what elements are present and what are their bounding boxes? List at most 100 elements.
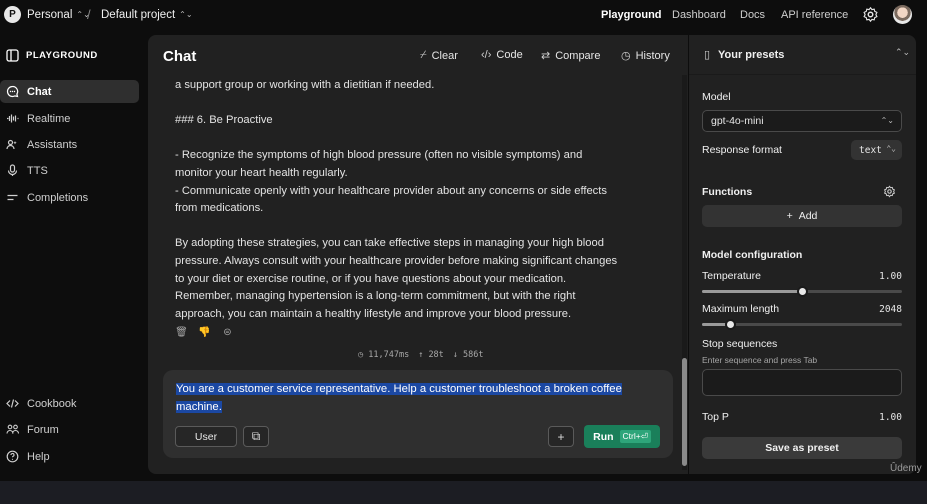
top-p-label: Top P	[702, 411, 729, 423]
message-actions: 🗑 👎 ⊜	[175, 326, 234, 339]
sidebar-item-label: Assistants	[27, 138, 78, 151]
chat-scrollbar-thumb[interactable]	[682, 358, 687, 466]
presets-label: Your presets	[718, 49, 785, 61]
sidebar-item-tts[interactable]: TTS	[0, 159, 139, 182]
message-line: from medications.	[175, 202, 264, 215]
history-button[interactable]: ◷ History	[621, 49, 670, 63]
nav-playground[interactable]: Playground	[601, 9, 662, 21]
nav-dashboard[interactable]: Dashboard	[672, 9, 726, 21]
sidebar-panel-icon[interactable]	[6, 49, 19, 62]
compare-label: Compare	[555, 49, 601, 62]
temperature-slider[interactable]	[702, 286, 902, 297]
sidebar: PLAYGROUND Chat Realtime Assistants TTS	[0, 30, 145, 470]
run-button[interactable]: Run Ctrl+⏎	[584, 425, 660, 448]
sidebar-item-completions[interactable]: Completions	[0, 186, 139, 209]
chevron-updown-icon: ⌃⌄	[179, 10, 193, 19]
latency-stat: ◷ 11,747ms	[358, 350, 410, 360]
compare-button[interactable]: ⇄ Compare	[541, 49, 601, 63]
thumbs-down-icon[interactable]: 👎	[198, 326, 211, 339]
functions-label: Functions	[702, 186, 753, 198]
save-preset-button[interactable]: Save as preset	[702, 437, 902, 459]
max-length-value: 2048	[879, 304, 902, 315]
add-label: Add	[798, 210, 818, 222]
assistant-message: a support group or working with a dietit…	[175, 77, 655, 327]
clear-label: Clear	[431, 49, 458, 62]
org-avatar[interactable]: P	[4, 6, 21, 23]
sidebar-item-realtime[interactable]: Realtime	[0, 107, 139, 130]
chevron-updown-icon: ⌃⌄	[886, 144, 896, 153]
message-line: - Recognize the symptoms of high blood p…	[175, 149, 583, 162]
sidebar-title: PLAYGROUND	[6, 49, 98, 62]
user-avatar[interactable]	[893, 5, 912, 24]
stop-sequences-input[interactable]	[702, 369, 902, 396]
sidebar-item-forum[interactable]: Forum	[0, 418, 139, 441]
trash-icon[interactable]: 🗑	[175, 326, 188, 339]
footer-strip	[0, 481, 927, 504]
code-icon: ‹/›	[481, 49, 492, 61]
broom-icon: ⌿	[420, 49, 427, 61]
message-blank-line	[175, 218, 655, 236]
message-blank-line	[175, 95, 655, 113]
attach-button[interactable]: ⧉	[243, 426, 269, 447]
sidebar-item-cookbook[interactable]: Cookbook	[0, 392, 139, 415]
temperature-value: 1.00	[879, 271, 902, 282]
sidebar-item-label: Realtime	[27, 112, 71, 125]
chevron-updown-icon: ⌃⌄	[895, 47, 911, 57]
compare-icon: ⇄	[541, 50, 551, 62]
breadcrumb-separator: /	[87, 7, 91, 22]
chat-panel: Chat ⌿ Clear ‹/› Code ⇄ Compare ◷ Histor…	[148, 35, 688, 474]
max-length-slider[interactable]	[702, 319, 902, 330]
settings-gear-icon[interactable]	[862, 6, 879, 23]
gear-icon[interactable]	[883, 185, 896, 198]
role-selector-button[interactable]: User	[175, 426, 237, 447]
message-input-text[interactable]: You are a customer service representativ…	[176, 381, 646, 416]
org-switcher[interactable]: Personal ⌃⌄	[27, 9, 90, 21]
add-message-button[interactable]: +	[548, 426, 574, 447]
top-bar: P Personal ⌃⌄ / Default project ⌃⌄ Playgro…	[0, 0, 927, 30]
model-config-label: Model configuration	[702, 249, 803, 261]
project-switcher[interactable]: Default project ⌃⌄	[101, 9, 193, 21]
nav-api-reference[interactable]: API reference	[781, 9, 848, 21]
message-line: monitor your heart health regularly.	[175, 166, 348, 179]
message-line: - Communicate openly with your healthcar…	[175, 184, 607, 197]
sidebar-item-label: Cookbook	[27, 397, 77, 410]
presets-selector[interactable]: ▯ Your presets ⌃⌄	[689, 35, 916, 75]
document-icon: ▯	[704, 49, 711, 61]
tokens-up-stat: ↑ 28t	[418, 350, 444, 360]
message-line: By adopting these strategies, you can ta…	[175, 237, 604, 250]
model-select[interactable]: gpt-4o-mini ⌃⌄	[702, 110, 902, 132]
run-label: Run	[593, 430, 614, 443]
message-line: a support group or working with a dietit…	[175, 79, 435, 91]
nav-docs[interactable]: Docs	[740, 9, 765, 21]
sidebar-item-label: Chat	[27, 85, 52, 98]
copy-icon: ⧉	[251, 429, 261, 443]
temperature-label: Temperature	[702, 270, 761, 282]
message-line: pressure. Always consult with your healt…	[175, 254, 618, 267]
temperature-slider-thumb[interactable]	[797, 286, 808, 297]
message-line: to your diet or exercise routine, or if …	[175, 272, 567, 285]
add-function-button[interactable]: + Add	[702, 205, 902, 227]
equals-icon[interactable]: ⊜	[221, 326, 234, 339]
sidebar-item-label: Help	[27, 450, 50, 463]
sidebar-item-label: Forum	[27, 423, 59, 436]
project-name: Default project	[101, 9, 176, 21]
message-line: ### 6. Be Proactive	[175, 114, 273, 127]
settings-panel: ▯ Your presets ⌃⌄ Model gpt-4o-mini ⌃⌄ R…	[689, 35, 916, 474]
response-format-select[interactable]: text ⌃⌄	[851, 140, 902, 160]
microphone-icon	[7, 164, 18, 176]
sidebar-title-label: PLAYGROUND	[26, 50, 98, 61]
people-icon	[6, 424, 19, 434]
plus-icon: +	[786, 210, 793, 222]
code-button[interactable]: ‹/› Code	[481, 49, 523, 61]
tokens-down-stat: ↓ 586t	[452, 350, 484, 360]
sidebar-item-assistants[interactable]: Assistants	[0, 133, 139, 156]
org-name: Personal	[27, 9, 73, 21]
max-length-slider-thumb[interactable]	[725, 319, 736, 330]
sidebar-item-chat[interactable]: Chat	[0, 80, 139, 103]
clear-button[interactable]: ⌿ Clear	[420, 49, 458, 62]
code-label: Code	[496, 49, 523, 61]
message-input[interactable]: You are a customer service representativ…	[163, 370, 673, 458]
sidebar-item-help[interactable]: Help	[0, 445, 139, 468]
message-line: approach, you can maintain a healthy lif…	[175, 307, 572, 320]
stop-sequences-hint: Enter sequence and press Tab	[702, 355, 818, 365]
